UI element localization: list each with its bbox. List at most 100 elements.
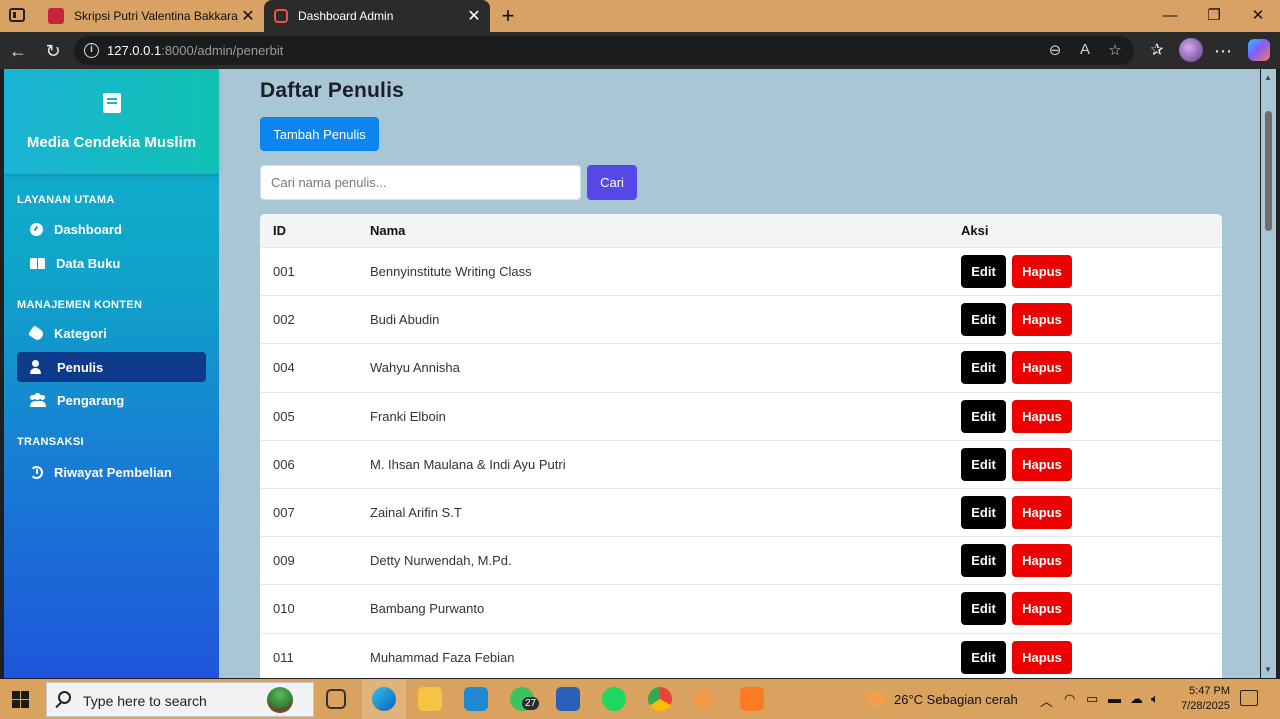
add-writer-button[interactable]: Tambah Penulis: [260, 117, 379, 151]
edit-button[interactable]: Edit: [961, 255, 1006, 288]
edit-button[interactable]: Edit: [961, 544, 1006, 578]
battery-icon[interactable]: ▬: [1108, 691, 1121, 706]
whatsapp-badge: 27: [522, 697, 540, 710]
delete-button[interactable]: Hapus: [1012, 255, 1072, 288]
delete-button[interactable]: Hapus: [1012, 399, 1072, 433]
sidebar-item-pengarang[interactable]: Pengarang: [17, 385, 206, 415]
close-window-button[interactable]: ✕: [1236, 0, 1280, 32]
favorite-star-icon[interactable]: ☆: [1104, 41, 1126, 59]
sidebar-item-dashboard[interactable]: Dashboard: [17, 214, 206, 244]
delete-button[interactable]: Hapus: [1012, 303, 1072, 337]
zoom-icon[interactable]: ⊖: [1044, 41, 1066, 59]
gauge-icon: [30, 222, 43, 236]
sidebar-item-kategori[interactable]: Kategori: [17, 318, 206, 348]
section-title-manajemen: MANAJEMEN KONTEN: [17, 299, 143, 311]
cell-name: Franki Elboin: [370, 408, 446, 424]
minimize-button[interactable]: —: [1148, 0, 1192, 32]
delete-button[interactable]: Hapus: [1012, 496, 1072, 529]
delete-button[interactable]: Hapus: [1012, 351, 1072, 385]
profile-avatar[interactable]: [1179, 38, 1203, 62]
edit-button[interactable]: Edit: [961, 351, 1006, 385]
delete-button[interactable]: Hapus: [1012, 592, 1072, 626]
cell-id: 001: [273, 264, 295, 279]
windows-start-icon[interactable]: [12, 691, 29, 708]
clock-time: 5:47 PM: [1189, 685, 1230, 697]
column-header-id: ID: [273, 223, 286, 238]
edit-button[interactable]: Edit: [961, 496, 1006, 529]
back-icon[interactable]: ←: [5, 38, 31, 64]
reload-icon[interactable]: ↻: [40, 38, 66, 64]
url-text[interactable]: 127.0.0.1:8000/admin/penerbit: [107, 43, 283, 58]
sidebar-item-penulis[interactable]: Penulis: [17, 352, 206, 382]
edit-button[interactable]: Edit: [961, 303, 1006, 337]
cell-name: Wahyu Annisha: [370, 360, 460, 376]
table-row: 006 M. Ihsan Maulana & Indi Ayu Putri Edit…: [260, 439, 1222, 488]
edge-icon[interactable]: [372, 687, 396, 711]
spotify-icon[interactable]: [602, 687, 626, 711]
read-aloud-icon[interactable]: A: [1074, 41, 1096, 58]
edit-button[interactable]: Edit: [961, 447, 1006, 481]
new-tab-button[interactable]: +: [496, 3, 520, 29]
sidebar-item-label: Kategori: [54, 325, 107, 341]
whatsapp-icon[interactable]: 27: [510, 687, 540, 711]
vscode-icon[interactable]: [464, 687, 488, 711]
section-title-layanan: LAYANAN UTAMA: [17, 194, 115, 206]
task-view-icon[interactable]: [326, 689, 346, 709]
brand-header: Media Cendekia Muslim: [4, 69, 219, 174]
volume-icon[interactable]: 🔈︎: [1151, 691, 1159, 707]
more-menu-icon[interactable]: ⋯: [1210, 38, 1236, 64]
cell-id: 007: [273, 505, 295, 520]
table-row: 002 Budi Abudin Edit Hapus: [260, 295, 1222, 343]
sidebar-item-label: Riwayat Pembelian: [54, 464, 172, 480]
search-button[interactable]: Cari: [587, 165, 637, 200]
edit-button[interactable]: Edit: [961, 399, 1006, 433]
scroll-down-icon[interactable]: ▼: [1264, 665, 1272, 674]
copilot-icon[interactable]: [1248, 39, 1270, 61]
restore-button[interactable]: ❐: [1192, 0, 1236, 32]
chrome-profile-icon[interactable]: [648, 687, 672, 711]
tab-dashboard-admin[interactable]: Dashboard Admin ✕: [264, 0, 490, 32]
taskbar-search-box[interactable]: Type here to search: [46, 682, 314, 717]
scroll-up-icon[interactable]: ▲: [1264, 73, 1272, 82]
cell-name: Budi Abudin: [370, 312, 440, 328]
history-icon: [30, 465, 43, 479]
tab-skripsi[interactable]: Skripsi Putri Valentina Bakkara_21 ✕: [38, 0, 264, 32]
sourcetree-icon[interactable]: [690, 686, 716, 712]
xampp-icon[interactable]: [740, 687, 764, 711]
edit-button[interactable]: Edit: [961, 592, 1006, 626]
onedrive-icon[interactable]: ☁: [1130, 691, 1143, 707]
file-explorer-icon[interactable]: [418, 687, 442, 711]
close-tab-icon[interactable]: ✕: [464, 6, 484, 26]
clock-date: 7/28/2025: [1181, 700, 1230, 712]
delete-button[interactable]: Hapus: [1012, 447, 1072, 481]
site-info-icon[interactable]: i: [84, 43, 99, 58]
column-header-aksi: Aksi: [961, 223, 989, 238]
network-icon[interactable]: ◠: [1064, 691, 1075, 707]
show-hidden-icons-icon[interactable]: ︿: [1040, 691, 1053, 710]
tab-actions-icon[interactable]: [9, 8, 25, 22]
favorites-icon[interactable]: ✰: [1144, 38, 1170, 64]
address-bar[interactable]: i 127.0.0.1:8000/admin/penerbit ⊖ A ☆: [74, 36, 1134, 65]
tab-title: Dashboard Admin: [298, 9, 394, 23]
edit-button[interactable]: Edit: [961, 640, 1006, 674]
sidebar-item-label: Dashboard: [54, 221, 122, 237]
book-open-icon: [30, 257, 45, 269]
search-input[interactable]: [260, 165, 581, 200]
delete-button[interactable]: Hapus: [1012, 640, 1072, 674]
sidebar: Media Cendekia Muslim LAYANAN UTAMA Dash…: [4, 69, 219, 678]
notification-center-icon[interactable]: [1240, 690, 1258, 706]
book-icon: [103, 93, 121, 113]
weather-widget[interactable]: 26°C Sebagian cerah: [866, 691, 1018, 707]
table-row: 005 Franki Elboin Edit Hapus: [260, 391, 1222, 440]
table-row: 010 Bambang Purwanto Edit Hapus: [260, 584, 1222, 632]
system-clock[interactable]: 5:47 PM 7/28/2025: [1168, 684, 1230, 714]
close-tab-icon[interactable]: ✕: [238, 6, 258, 26]
page-scrollbar[interactable]: ▲ ▼: [1261, 69, 1276, 678]
word-icon[interactable]: [556, 687, 580, 711]
meet-now-icon[interactable]: ▭: [1086, 691, 1098, 707]
delete-button[interactable]: Hapus: [1012, 544, 1072, 578]
sidebar-item-riwayat-pembelian[interactable]: Riwayat Pembelian: [17, 457, 206, 487]
scroll-thumb[interactable]: [1265, 111, 1272, 231]
sidebar-item-data-buku[interactable]: Data Buku: [17, 248, 206, 278]
cell-name: Detty Nurwendah, M.Pd.: [370, 553, 512, 569]
